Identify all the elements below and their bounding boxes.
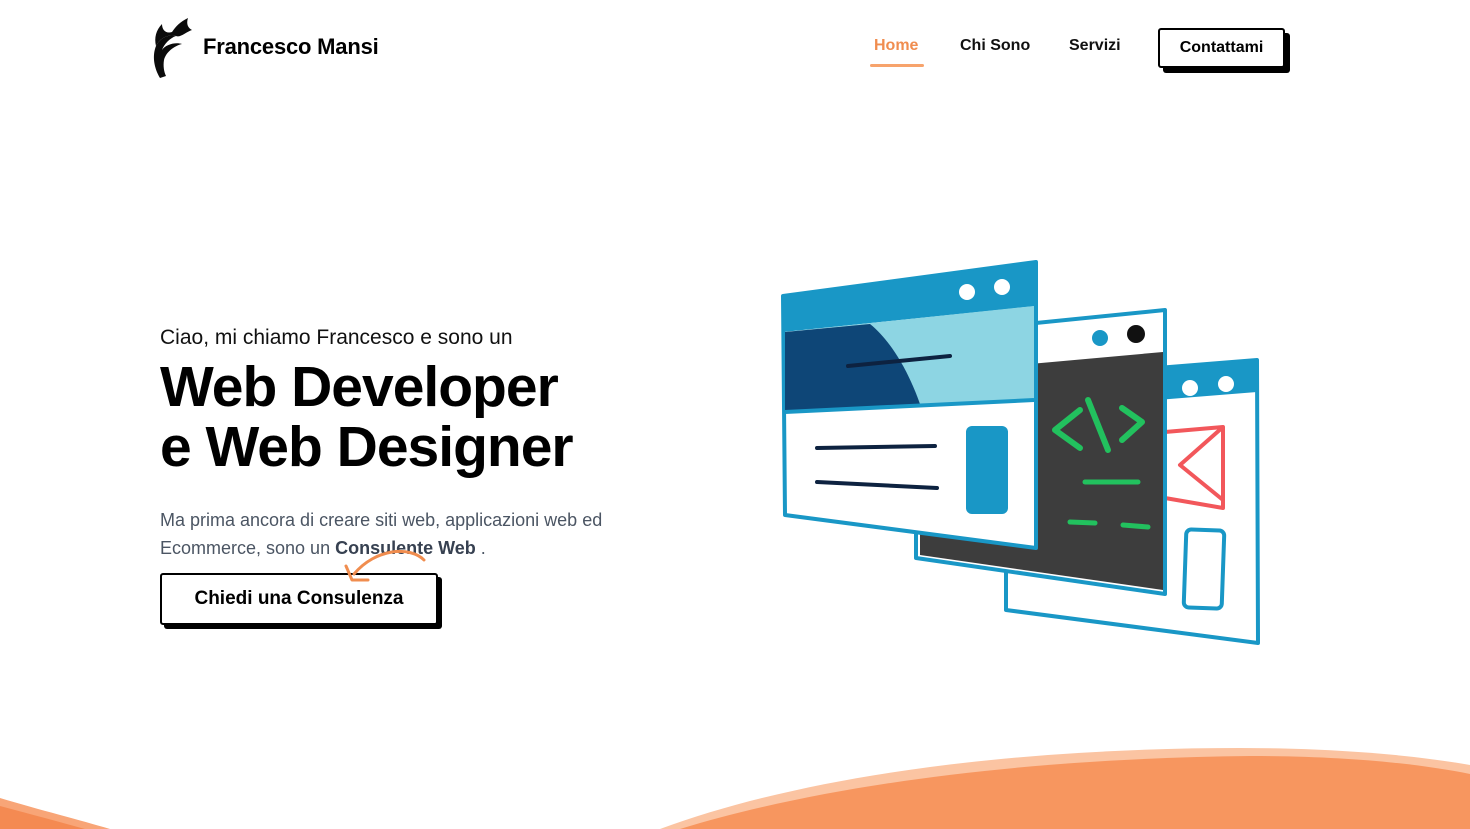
contact-button[interactable]: Contattami	[1158, 28, 1285, 68]
curved-arrow-icon	[344, 549, 426, 582]
decorative-waves	[0, 748, 1470, 829]
nav-servizi[interactable]: Servizi	[1069, 37, 1121, 55]
hero-title: Web Developer e Web Designer	[160, 355, 574, 479]
nav-home[interactable]: Home	[874, 37, 918, 55]
hero-title-line-1: Web Developer	[160, 355, 559, 419]
browser-windows-illustration	[781, 260, 1260, 645]
hero-intro: Ciao, mi chiamo Francesco e sono un	[160, 326, 513, 349]
landing-page: Francesco Mansi Home Chi Sono Servizi Co…	[0, 0, 1470, 829]
front-browser-window	[781, 260, 1038, 550]
nav-chi-sono[interactable]: Chi Sono	[960, 37, 1030, 55]
hero-title-line-2: e Web Designer	[160, 415, 574, 479]
nav-active-indicator	[870, 64, 924, 67]
hero-description-end: .	[475, 538, 486, 558]
